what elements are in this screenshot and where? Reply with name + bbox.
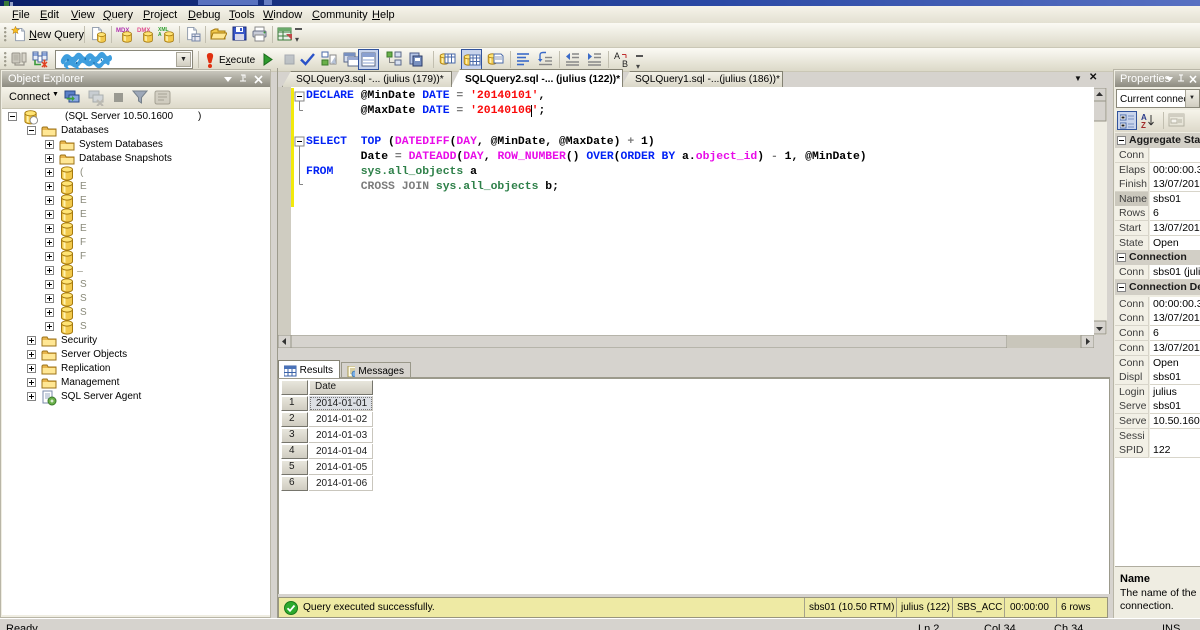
svg-text:B: B bbox=[622, 59, 628, 69]
svg-text:Z: Z bbox=[1141, 121, 1146, 130]
svg-text:A: A bbox=[158, 32, 162, 38]
svg-text:A: A bbox=[614, 51, 620, 61]
